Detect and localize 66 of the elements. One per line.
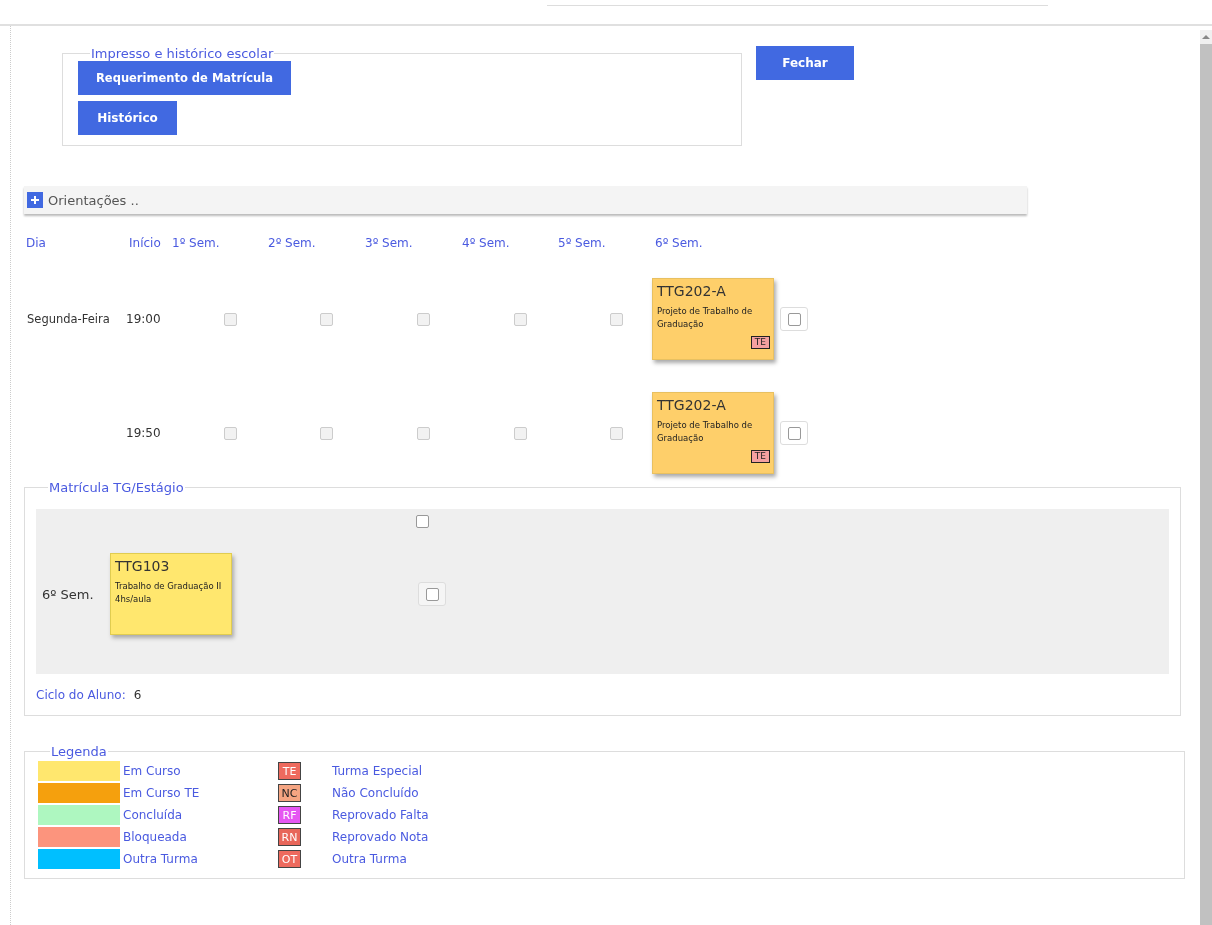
- column-header: Dia: [25, 236, 47, 252]
- orientations-label: Orientações ..: [48, 192, 139, 208]
- status-label: Concluída: [123, 808, 183, 822]
- slot-checkbox[interactable]: [514, 426, 527, 440]
- action-button[interactable]: Histórico: [78, 101, 177, 135]
- status-badge: NC: [278, 784, 301, 802]
- slot-checkbox[interactable]: [417, 312, 430, 326]
- course-checkbox[interactable]: [787, 426, 801, 440]
- course-hours: 4hs/aula: [115, 593, 153, 606]
- badge-label: Reprovado Falta: [332, 808, 429, 822]
- expand-icon[interactable]: [27, 192, 43, 208]
- slot-checkbox[interactable]: [610, 426, 623, 440]
- column-header: Início: [128, 236, 162, 252]
- status-badge: TE: [278, 762, 301, 780]
- status-badge: RF: [278, 806, 301, 824]
- close-button[interactable]: Fechar: [756, 46, 854, 80]
- slot-checkbox[interactable]: [514, 312, 527, 326]
- status-label: Bloqueada: [123, 830, 187, 844]
- section-title: Impresso e histórico escolar: [90, 46, 275, 61]
- status-label: Em Curso TE: [123, 786, 200, 800]
- badge-label: Outra Turma: [332, 852, 407, 866]
- slot-checkbox[interactable]: [610, 312, 623, 326]
- status-label: Outra Turma: [123, 852, 198, 866]
- course-name: Trabalho de Graduação II: [115, 580, 223, 593]
- course-card[interactable]: TTG202-A Projeto de Trabalho de Graduação TE: [652, 278, 774, 360]
- orientations-bar[interactable]: Orientações ..: [24, 186, 1027, 214]
- status-label: Em Curso: [123, 764, 181, 778]
- slot-checkbox[interactable]: [224, 312, 237, 326]
- scroll-up-icon[interactable]: [1200, 30, 1212, 44]
- course-code: TTG103: [115, 558, 171, 574]
- scrollbar[interactable]: [1200, 30, 1212, 925]
- start-time: 19:50: [126, 426, 161, 440]
- semester-label: 6º Sem.: [41, 586, 95, 602]
- section-title: Legenda: [50, 744, 108, 759]
- start-time: 19:00: [126, 312, 161, 326]
- section-title: Matrícula TG/Estágio: [48, 480, 185, 495]
- slot-checkbox[interactable]: [320, 426, 333, 440]
- badge-label: Reprovado Nota: [332, 830, 429, 844]
- badge-label: Não Concluído: [332, 786, 419, 800]
- course-code: TTG202-A: [657, 397, 727, 413]
- course-card[interactable]: TTG202-A Projeto de Trabalho de Graduação TE: [652, 392, 774, 474]
- course-name: Projeto de Trabalho de Graduação: [657, 419, 754, 445]
- course-tag: TE: [750, 336, 770, 349]
- badge-label: Turma Especial: [332, 764, 423, 778]
- column-header: 3º Sem.: [364, 236, 414, 252]
- slot-checkbox[interactable]: [320, 312, 333, 326]
- cycle-label: Ciclo do Aluno:: [36, 688, 126, 702]
- column-header: 2º Sem.: [267, 236, 317, 252]
- column-header: 1º Sem.: [171, 236, 221, 252]
- slot-checkbox[interactable]: [417, 426, 430, 440]
- cycle-value: 6: [133, 688, 142, 702]
- course-tag: TE: [750, 450, 770, 463]
- course-name: Projeto de Trabalho de Graduação: [657, 305, 754, 331]
- slot-checkbox[interactable]: [224, 426, 237, 440]
- column-header: 5º Sem.: [557, 236, 607, 252]
- course-checkbox[interactable]: [425, 587, 439, 601]
- column-header: 6º Sem.: [654, 236, 704, 252]
- day-label: Segunda-Feira: [26, 312, 110, 326]
- column-header: 4º Sem.: [461, 236, 511, 252]
- course-checkbox[interactable]: [787, 312, 801, 326]
- course-card[interactable]: TTG103 Trabalho de Graduação II 4hs/aula: [110, 553, 232, 635]
- status-badge: RN: [278, 828, 301, 846]
- status-badge: OT: [278, 850, 301, 868]
- course-code: TTG202-A: [657, 283, 727, 299]
- action-button[interactable]: Requerimento de Matrícula: [78, 61, 291, 95]
- header-checkbox[interactable]: [416, 515, 429, 528]
